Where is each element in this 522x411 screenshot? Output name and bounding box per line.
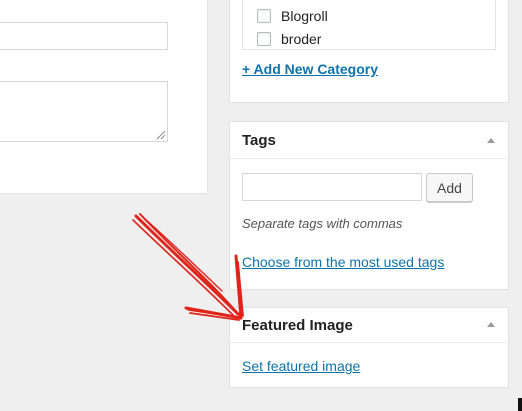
category-item-broder[interactable]: broder [257,31,321,47]
tag-input[interactable] [242,173,422,201]
set-featured-image-link[interactable]: Set featured image [242,358,360,374]
category-list: Blogroll broder [242,0,496,50]
most-used-tags-link[interactable]: Choose from the most used tags [242,254,444,270]
resize-grip-icon[interactable] [157,131,165,139]
tags-box: Tags Add Separate tags with commas Choos… [229,121,509,290]
tags-title: Tags [242,132,276,149]
featured-image-title: Featured Image [242,317,353,334]
collapse-arrow-icon[interactable] [487,322,495,327]
category-label: broder [281,31,322,47]
divider [230,342,508,343]
category-checkbox[interactable] [257,32,271,46]
tags-hint: Separate tags with commas [242,216,403,231]
add-new-category-link[interactable]: + Add New Category [242,61,378,77]
add-tag-button[interactable]: Add [426,173,473,202]
text-cursor [518,398,522,411]
category-label: Blogroll [281,8,328,24]
featured-image-box: Featured Image Set featured image [229,307,509,388]
category-checkbox[interactable] [257,9,271,23]
text-field[interactable] [0,22,168,50]
editor-panel [0,0,208,194]
textarea-field[interactable] [0,81,168,142]
categories-box: Blogroll broder + Add New Category [229,0,509,103]
category-item-blogroll[interactable]: Blogroll [257,8,328,24]
divider [230,158,508,159]
collapse-arrow-icon[interactable] [487,138,495,143]
